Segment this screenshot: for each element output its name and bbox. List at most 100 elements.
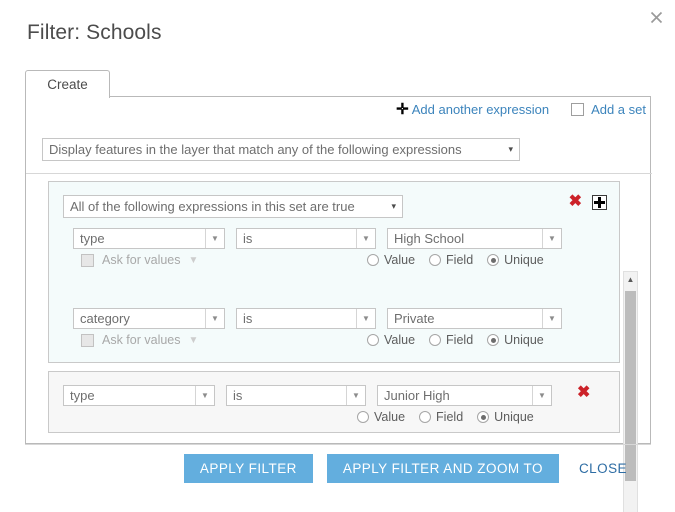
dialog-footer: APPLY FILTER APPLY FILTER AND ZOOM TO CL… bbox=[25, 445, 651, 491]
value-source-radios: Value Field Unique bbox=[367, 253, 544, 267]
radio-value-label: Value bbox=[384, 253, 415, 267]
filter-dialog: Filter: Schools Create ✛ Add another exp… bbox=[0, 0, 675, 512]
add-a-set-checkbox[interactable] bbox=[571, 103, 584, 116]
radio-unique[interactable]: Unique bbox=[487, 333, 544, 347]
radio-value-label: Value bbox=[374, 410, 405, 424]
chevron-down-icon: ▾ bbox=[500, 144, 513, 155]
close-button[interactable]: CLOSE bbox=[573, 461, 633, 476]
value-select[interactable]: Private ▼ bbox=[387, 308, 562, 329]
set-action-icons: ✖ bbox=[569, 194, 607, 210]
add-a-set-label: Add a set bbox=[591, 102, 646, 117]
ask-for-values-row[interactable]: Ask for values ▼ bbox=[81, 333, 198, 347]
radio-unique[interactable]: Unique bbox=[477, 410, 534, 424]
radio-value[interactable]: Value bbox=[367, 253, 415, 267]
chevron-down-icon: ▼ bbox=[346, 386, 365, 405]
field-value: type bbox=[80, 231, 105, 246]
operator-value: is bbox=[233, 388, 242, 403]
radio-field-indicator bbox=[429, 334, 441, 346]
operator-value: is bbox=[243, 311, 252, 326]
field-select[interactable]: type ▼ bbox=[63, 385, 215, 406]
ask-for-values-label: Ask for values bbox=[102, 333, 181, 347]
tab-create-label: Create bbox=[47, 77, 88, 92]
chevron-down-icon: ▼ bbox=[356, 229, 375, 248]
operator-value: is bbox=[243, 231, 252, 246]
filter-panel: ✛ Add another expression Add a set Displ… bbox=[25, 96, 651, 444]
delete-expression-icon[interactable]: ✖ bbox=[577, 385, 590, 406]
field-value: type bbox=[70, 388, 95, 403]
delete-set-icon[interactable]: ✖ bbox=[569, 194, 582, 210]
tab-strip: Create bbox=[25, 70, 651, 97]
value-value: Junior High bbox=[384, 388, 450, 403]
expression-row: category ▼ is ▼ Private ▼ bbox=[73, 308, 562, 329]
expression-row: type ▼ is ▼ High School ▼ bbox=[73, 228, 562, 249]
expression-row: type ▼ is ▼ Junior High ▼ ✖ bbox=[63, 385, 590, 406]
value-source-radios: Value Field Unique bbox=[367, 333, 544, 347]
radio-field-indicator bbox=[429, 254, 441, 266]
radio-unique-label: Unique bbox=[494, 410, 534, 424]
radio-unique-label: Unique bbox=[504, 253, 544, 267]
chevron-down-icon: ▾ bbox=[383, 201, 396, 212]
chevron-down-icon: ▼ bbox=[542, 309, 561, 328]
ask-for-values-row[interactable]: Ask for values ▼ bbox=[81, 253, 198, 267]
value-value: Private bbox=[394, 311, 434, 326]
expressions-scroll-area: All of the following expressions in this… bbox=[38, 175, 640, 442]
add-a-set-button[interactable]: Add a set bbox=[571, 102, 646, 117]
chevron-down-icon: ▼ bbox=[205, 229, 224, 248]
chevron-down-icon: ▼ bbox=[542, 229, 561, 248]
radio-value-indicator bbox=[367, 254, 379, 266]
radio-field[interactable]: Field bbox=[419, 410, 463, 424]
divider bbox=[26, 173, 652, 174]
set-match-rule-select[interactable]: All of the following expressions in this… bbox=[63, 195, 403, 218]
apply-filter-button[interactable]: APPLY FILTER bbox=[184, 454, 313, 483]
value-source-radios: Value Field Unique bbox=[357, 410, 534, 424]
radio-value-label: Value bbox=[384, 333, 415, 347]
operator-select[interactable]: is ▼ bbox=[236, 308, 376, 329]
radio-field-label: Field bbox=[446, 253, 473, 267]
radio-field-label: Field bbox=[436, 410, 463, 424]
chevron-down-icon[interactable]: ▼ bbox=[189, 255, 199, 266]
display-rule-value: Display features in the layer that match… bbox=[49, 142, 462, 157]
expression-block: type ▼ is ▼ Junior High ▼ ✖ bbox=[48, 371, 620, 433]
plus-icon: ✛ bbox=[396, 102, 409, 117]
value-select[interactable]: High School ▼ bbox=[387, 228, 562, 249]
apply-filter-and-zoom-button[interactable]: APPLY FILTER AND ZOOM TO bbox=[327, 454, 559, 483]
operator-select[interactable]: is ▼ bbox=[226, 385, 366, 406]
scroll-up-icon[interactable]: ▲ bbox=[624, 272, 637, 287]
operator-select[interactable]: is ▼ bbox=[236, 228, 376, 249]
close-icon[interactable] bbox=[645, 6, 667, 28]
value-value: High School bbox=[394, 231, 464, 246]
field-value: category bbox=[80, 311, 130, 326]
radio-value-indicator bbox=[367, 334, 379, 346]
radio-value-indicator bbox=[357, 411, 369, 423]
chevron-down-icon[interactable]: ▼ bbox=[189, 335, 199, 346]
set-match-rule-value: All of the following expressions in this… bbox=[70, 199, 355, 214]
radio-unique-indicator bbox=[487, 254, 499, 266]
panel-actions: ✛ Add another expression Add a set bbox=[396, 102, 646, 117]
field-select[interactable]: category ▼ bbox=[73, 308, 225, 329]
add-expression-to-set-icon[interactable] bbox=[592, 195, 607, 210]
chevron-down-icon: ▼ bbox=[205, 309, 224, 328]
ask-for-values-checkbox[interactable] bbox=[81, 334, 94, 347]
add-another-expression-button[interactable]: ✛ Add another expression bbox=[396, 102, 549, 117]
radio-value[interactable]: Value bbox=[367, 333, 415, 347]
radio-field-label: Field bbox=[446, 333, 473, 347]
ask-for-values-checkbox[interactable] bbox=[81, 254, 94, 267]
tab-create[interactable]: Create bbox=[25, 70, 110, 98]
expression-set: All of the following expressions in this… bbox=[48, 181, 620, 363]
radio-unique-indicator bbox=[477, 411, 489, 423]
radio-value[interactable]: Value bbox=[357, 410, 405, 424]
radio-unique-label: Unique bbox=[504, 333, 544, 347]
radio-field[interactable]: Field bbox=[429, 333, 473, 347]
add-another-expression-label: Add another expression bbox=[412, 102, 549, 117]
field-select[interactable]: type ▼ bbox=[73, 228, 225, 249]
value-select[interactable]: Junior High ▼ bbox=[377, 385, 552, 406]
display-rule-select[interactable]: Display features in the layer that match… bbox=[42, 138, 520, 161]
radio-unique-indicator bbox=[487, 334, 499, 346]
radio-field-indicator bbox=[419, 411, 431, 423]
chevron-down-icon: ▼ bbox=[356, 309, 375, 328]
radio-field[interactable]: Field bbox=[429, 253, 473, 267]
chevron-down-icon: ▼ bbox=[532, 386, 551, 405]
ask-for-values-label: Ask for values bbox=[102, 253, 181, 267]
radio-unique[interactable]: Unique bbox=[487, 253, 544, 267]
page-title: Filter: Schools bbox=[27, 21, 162, 45]
